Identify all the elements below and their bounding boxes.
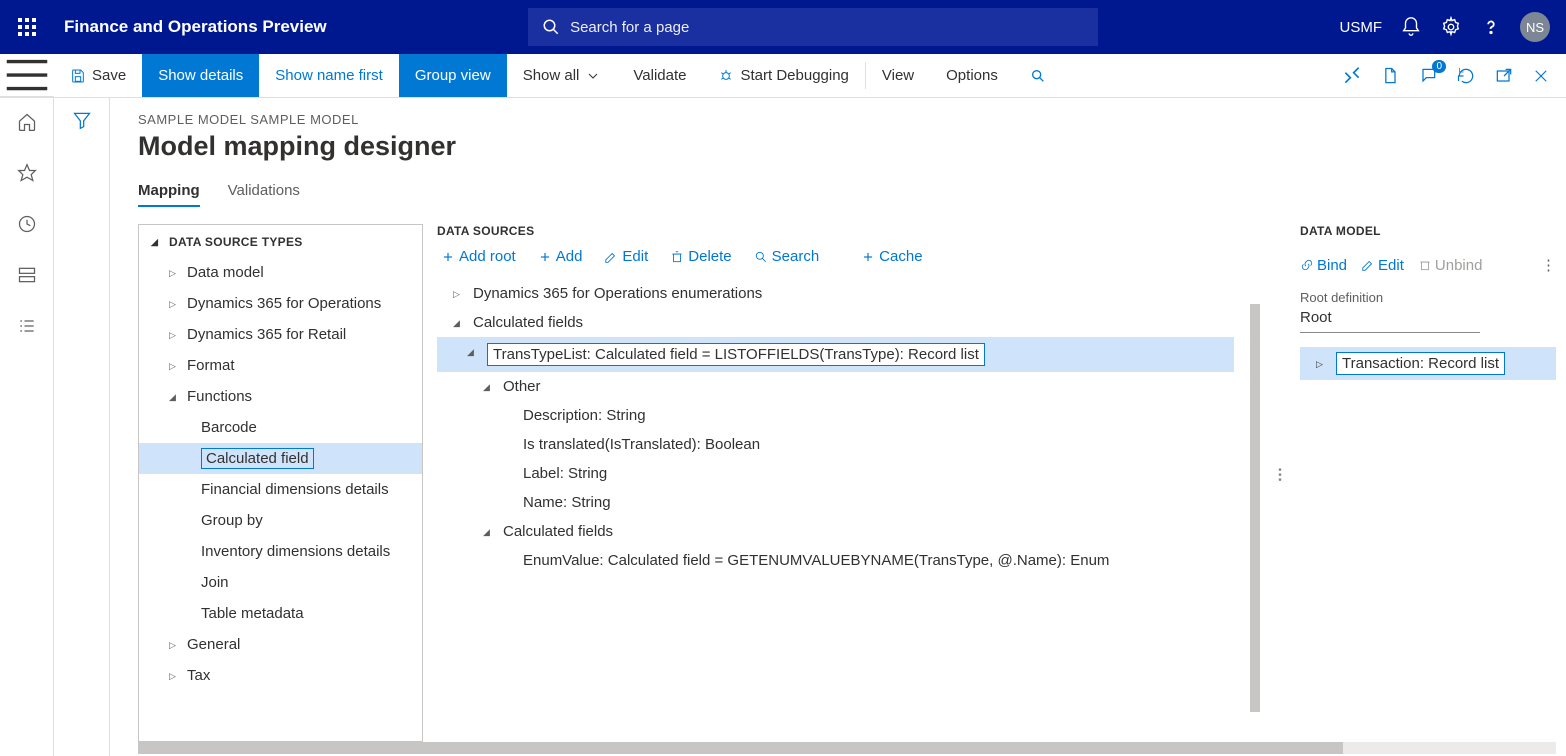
home-icon[interactable]	[17, 112, 37, 135]
show-details-button[interactable]: Show details	[142, 54, 259, 97]
dst-fin-dim[interactable]: Financial dimensions details	[139, 474, 422, 505]
root-def-value[interactable]: Root	[1300, 305, 1480, 333]
ds-description[interactable]: Description: String	[437, 401, 1234, 430]
user-avatar[interactable]: NS	[1520, 12, 1550, 42]
search-placeholder: Search for a page	[570, 19, 689, 36]
page-title: Model mapping designer	[138, 131, 1566, 162]
dst-general[interactable]: General	[139, 629, 422, 660]
ds-is-translated[interactable]: Is translated(IsTranslated): Boolean	[437, 430, 1234, 459]
options-button[interactable]: Options	[930, 54, 1014, 97]
workspaces-icon[interactable]	[17, 265, 37, 288]
ds-header: DATA SOURCES	[437, 224, 1248, 238]
refresh-icon[interactable]	[1456, 66, 1476, 86]
dst-join[interactable]: Join	[139, 567, 422, 598]
dst-functions[interactable]: Functions	[139, 381, 422, 412]
global-search[interactable]: Search for a page	[528, 8, 1098, 46]
add-root-button[interactable]: Add root	[441, 248, 516, 265]
help-icon[interactable]	[1480, 16, 1502, 38]
group-view-button[interactable]: Group view	[399, 54, 507, 97]
close-icon[interactable]	[1532, 67, 1550, 85]
start-debugging-button[interactable]: Start Debugging	[702, 54, 864, 97]
dst-d365-ops[interactable]: Dynamics 365 for Operations	[139, 288, 422, 319]
ds-other[interactable]: Other	[437, 372, 1234, 401]
show-all-button[interactable]: Show all	[507, 54, 618, 97]
dm-header: DATA MODEL	[1300, 224, 1556, 238]
dst-tax[interactable]: Tax	[139, 660, 422, 691]
dm-edit-button[interactable]: Edit	[1361, 256, 1404, 274]
dst-header: DATA SOURCE TYPES	[139, 225, 422, 257]
document-icon[interactable]	[1380, 66, 1400, 86]
dst-d365-retail[interactable]: Dynamics 365 for Retail	[139, 319, 422, 350]
ds-d365-enum[interactable]: Dynamics 365 for Operations enumerations	[437, 279, 1234, 308]
splitter[interactable]: • • •	[1274, 224, 1286, 742]
horizontal-scrollbar[interactable]	[138, 742, 1556, 754]
edit-button[interactable]: Edit	[604, 248, 648, 265]
unbind-button: Unbind	[1418, 256, 1483, 274]
search-button[interactable]: Search	[754, 248, 820, 265]
view-button[interactable]: View	[866, 54, 930, 97]
dst-barcode[interactable]: Barcode	[139, 412, 422, 443]
root-def-label: Root definition	[1300, 290, 1556, 305]
open-new-window-icon[interactable]	[1494, 66, 1514, 86]
add-button[interactable]: Add	[538, 248, 583, 265]
save-button[interactable]: Save	[54, 54, 142, 97]
cache-button[interactable]: Cache	[861, 248, 922, 265]
app-launcher[interactable]	[0, 18, 54, 36]
dm-more-button[interactable]: ⋮	[1541, 256, 1556, 274]
settings-icon[interactable]	[1440, 16, 1462, 38]
company-selector[interactable]: USMF	[1340, 19, 1383, 36]
modules-icon[interactable]	[17, 316, 37, 339]
dst-format[interactable]: Format	[139, 350, 422, 381]
dst-data-model[interactable]: Data model	[139, 257, 422, 288]
ds-name[interactable]: Name: String	[437, 488, 1234, 517]
notifications-icon[interactable]	[1400, 16, 1422, 38]
tab-validations[interactable]: Validations	[228, 176, 300, 207]
validate-button[interactable]: Validate	[617, 54, 702, 97]
favorites-icon[interactable]	[17, 163, 37, 186]
show-name-first-button[interactable]: Show name first	[259, 54, 399, 97]
breadcrumb: SAMPLE MODEL SAMPLE MODEL	[138, 112, 1566, 127]
dst-calculated-field[interactable]: Calculated field	[139, 443, 422, 474]
filter-icon[interactable]	[72, 110, 92, 756]
ds-calc-fields-2[interactable]: Calculated fields	[437, 517, 1234, 546]
ds-scrollbar[interactable]	[1250, 304, 1260, 712]
nav-toggle[interactable]	[0, 54, 54, 97]
delete-button[interactable]: Delete	[670, 248, 731, 265]
bind-button[interactable]: Bind	[1300, 256, 1347, 274]
dst-table-metadata[interactable]: Table metadata	[139, 598, 422, 629]
dst-inv-dim[interactable]: Inventory dimensions details	[139, 536, 422, 567]
dst-group-by[interactable]: Group by	[139, 505, 422, 536]
ds-calc-fields[interactable]: Calculated fields	[437, 308, 1234, 337]
messages-icon[interactable]: 0	[1418, 66, 1438, 86]
app-title: Finance and Operations Preview	[64, 17, 327, 37]
ds-label[interactable]: Label: String	[437, 459, 1234, 488]
ds-trans-type-list[interactable]: TransTypeList: Calculated field = LISTOF…	[437, 337, 1234, 372]
action-search-button[interactable]	[1014, 54, 1062, 97]
recent-icon[interactable]	[17, 214, 37, 237]
dm-transaction[interactable]: Transaction: Record list	[1300, 347, 1556, 380]
ds-enum-value[interactable]: EnumValue: Calculated field = GETENUMVAL…	[437, 546, 1234, 575]
tab-mapping[interactable]: Mapping	[138, 176, 200, 207]
connector-icon[interactable]	[1342, 66, 1362, 86]
